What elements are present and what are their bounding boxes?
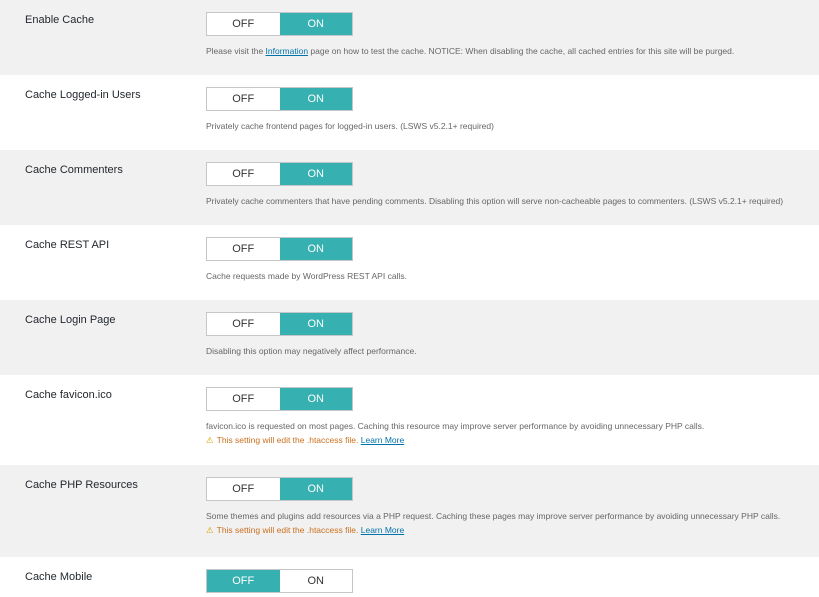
enable-cache-toggle[interactable]: OFF ON (206, 12, 353, 36)
setting-row-cache-favicon: Cache favicon.ico OFF ON favicon.ico is … (0, 375, 819, 465)
setting-row-cache-logged-in-users: Cache Logged-in Users OFF ON Privately c… (0, 75, 819, 150)
toggle-on-option[interactable]: ON (279, 163, 352, 185)
setting-row-cache-php-resources: Cache PHP Resources OFF ON Some themes a… (0, 465, 819, 557)
toggle-off-option[interactable]: OFF (207, 88, 280, 110)
htaccess-warning: ⚠ This setting will edit the .htaccess fi… (206, 435, 405, 445)
cache-commenters-toggle[interactable]: OFF ON (206, 162, 353, 186)
toggle-off-option[interactable]: OFF (207, 238, 280, 260)
setting-label: Cache REST API (25, 239, 110, 251)
cache-rest-api-toggle[interactable]: OFF ON (206, 237, 353, 261)
setting-label: Cache Commenters (25, 164, 123, 176)
toggle-on-option[interactable]: ON (279, 88, 352, 110)
toggle-off-option[interactable]: OFF (207, 388, 280, 410)
cache-php-resources-toggle[interactable]: OFF ON (206, 477, 353, 501)
setting-description: Please visit the Information page on how… (206, 46, 735, 56)
setting-label: Cache PHP Resources (25, 479, 138, 491)
setting-label: Cache Logged-in Users (25, 89, 141, 101)
toggle-off-option[interactable]: OFF (207, 13, 280, 35)
toggle-off-option[interactable]: OFF (207, 313, 280, 335)
learn-more-link[interactable]: Learn More (361, 525, 404, 535)
setting-label: Cache Login Page (25, 314, 116, 326)
setting-label: Cache favicon.ico (25, 389, 112, 401)
setting-row-enable-cache: Enable Cache OFF ON Please visit the Inf… (0, 0, 819, 75)
warning-triangle-icon: ⚠ (206, 435, 214, 445)
setting-row-cache-commenters: Cache Commenters OFF ON Privately cache … (0, 150, 819, 225)
toggle-off-option[interactable]: OFF (207, 163, 280, 185)
toggle-on-option[interactable]: ON (280, 570, 353, 592)
setting-description: Privately cache frontend pages for logge… (206, 121, 494, 131)
toggle-on-option[interactable]: ON (279, 313, 352, 335)
setting-description: Privately cache commenters that have pen… (206, 196, 784, 206)
setting-description: Disabling this option may negatively aff… (206, 346, 417, 356)
information-link[interactable]: Information (266, 46, 309, 56)
toggle-off-option[interactable]: OFF (207, 570, 280, 592)
toggle-off-option[interactable]: OFF (207, 478, 280, 500)
setting-row-cache-mobile: Cache Mobile OFF ON (0, 557, 819, 597)
setting-row-cache-rest-api: Cache REST API OFF ON Cache requests mad… (0, 225, 819, 300)
learn-more-link[interactable]: Learn More (361, 435, 404, 445)
htaccess-warning: ⚠ This setting will edit the .htaccess fi… (206, 525, 405, 535)
warning-triangle-icon: ⚠ (206, 525, 214, 535)
setting-label: Cache Mobile (25, 571, 93, 583)
setting-label: Enable Cache (25, 14, 95, 26)
cache-mobile-toggle[interactable]: OFF ON (206, 569, 353, 593)
setting-description: Some themes and plugins add resources vi… (206, 511, 781, 521)
toggle-on-option[interactable]: ON (279, 388, 352, 410)
setting-description: Cache requests made by WordPress REST AP… (206, 271, 407, 281)
toggle-on-option[interactable]: ON (279, 478, 352, 500)
cache-logged-in-users-toggle[interactable]: OFF ON (206, 87, 353, 111)
setting-row-cache-login-page: Cache Login Page OFF ON Disabling this o… (0, 300, 819, 375)
cache-favicon-toggle[interactable]: OFF ON (206, 387, 353, 411)
cache-login-page-toggle[interactable]: OFF ON (206, 312, 353, 336)
toggle-on-option[interactable]: ON (279, 238, 352, 260)
setting-description: favicon.ico is requested on most pages. … (206, 421, 705, 431)
toggle-on-option[interactable]: ON (279, 13, 352, 35)
